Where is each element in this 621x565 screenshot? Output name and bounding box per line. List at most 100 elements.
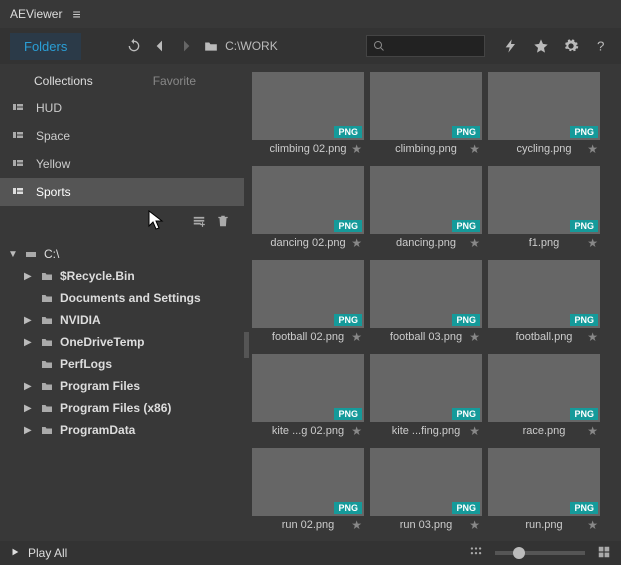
thumbnail-filename: football.png xyxy=(516,331,573,343)
favorite-star-icon[interactable]: ★ xyxy=(469,142,480,156)
thumbnail-item[interactable]: PNGrun.png★ xyxy=(488,448,600,538)
reload-icon[interactable] xyxy=(125,36,143,56)
thumbnail-item[interactable]: PNGrun 03.png★ xyxy=(370,448,482,538)
thumbnail-image: PNG xyxy=(252,354,364,422)
thumbnail-item[interactable]: PNGf1.png★ xyxy=(488,166,600,256)
thumbnail-item[interactable]: PNGfootball 02.png★ xyxy=(252,260,364,350)
tree-item[interactable]: ▶NVIDIA xyxy=(0,309,244,331)
favorite-star-icon[interactable]: ★ xyxy=(469,236,480,250)
disclosure-right-icon[interactable]: ▶ xyxy=(24,315,34,326)
thunder-icon[interactable] xyxy=(501,36,521,56)
collection-item[interactable]: Space xyxy=(0,122,244,150)
trash-icon[interactable] xyxy=(216,214,230,231)
thumbnail-item[interactable]: PNGfootball 03.png★ xyxy=(370,260,482,350)
favorite-star-icon[interactable]: ★ xyxy=(587,330,598,344)
disclosure-right-icon[interactable]: ▶ xyxy=(24,425,34,436)
disclosure-right-icon[interactable]: ▶ xyxy=(24,403,34,414)
tree-item[interactable]: ▶OneDriveTemp xyxy=(0,331,244,353)
format-badge: PNG xyxy=(570,220,598,232)
thumbnail-item[interactable]: PNGrun 02.png★ xyxy=(252,448,364,538)
collection-item[interactable]: HUD xyxy=(0,94,244,122)
format-badge: PNG xyxy=(334,408,362,420)
star-icon[interactable] xyxy=(531,36,551,56)
tree-root-label: C:\ xyxy=(44,247,59,261)
favorite-star-icon[interactable]: ★ xyxy=(351,330,362,344)
favorite-star-icon[interactable]: ★ xyxy=(469,424,480,438)
collection-item[interactable]: Yellow xyxy=(0,150,244,178)
collection-label: Sports xyxy=(36,185,71,199)
format-badge: PNG xyxy=(452,408,480,420)
collection-item[interactable]: Sports xyxy=(0,178,244,206)
favorite-star-icon[interactable]: ★ xyxy=(587,236,598,250)
collection-label: HUD xyxy=(36,101,62,115)
play-all-button[interactable]: Play All xyxy=(28,546,67,560)
thumbnail-image: PNG xyxy=(370,354,482,422)
tree-item[interactable]: ▶Program Files (x86) xyxy=(0,397,244,419)
favorite-star-icon[interactable]: ★ xyxy=(469,518,480,532)
zoom-slider[interactable] xyxy=(495,551,585,555)
disclosure-down-icon[interactable]: ▼ xyxy=(8,249,18,260)
collection-label: Space xyxy=(36,129,70,143)
tree-item[interactable]: Documents and Settings xyxy=(0,287,244,309)
zoom-slider-knob[interactable] xyxy=(513,547,525,559)
thumbnail-panel[interactable]: PNGclimbing 02.png★PNGclimbing.png★PNGcy… xyxy=(244,64,621,541)
thumbnail-image: PNG xyxy=(488,260,600,328)
folders-button[interactable]: Folders xyxy=(10,33,81,60)
disclosure-right-icon[interactable]: ▶ xyxy=(24,381,34,392)
format-badge: PNG xyxy=(334,220,362,232)
thumbnail-item[interactable]: PNGclimbing.png★ xyxy=(370,72,482,162)
favorite-star-icon[interactable]: ★ xyxy=(351,142,362,156)
favorite-star-icon[interactable]: ★ xyxy=(351,236,362,250)
disclosure-right-icon[interactable]: ▶ xyxy=(24,271,34,282)
folder-icon xyxy=(40,270,54,282)
back-icon[interactable] xyxy=(151,36,169,56)
tree-root[interactable]: ▼ C:\ xyxy=(0,243,244,265)
disclosure-right-icon[interactable]: ▶ xyxy=(24,337,34,348)
favorite-star-icon[interactable]: ★ xyxy=(587,424,598,438)
tree-item-label: $Recycle.Bin xyxy=(60,269,135,283)
app-title: AEViewer xyxy=(10,7,62,21)
thumbnail-item[interactable]: PNGdancing 02.png★ xyxy=(252,166,364,256)
thumbnail-caption: climbing 02.png ★ xyxy=(252,140,364,158)
folder-tree[interactable]: ▼ C:\ ▶ $Recycle.Bin Documents and Setting… xyxy=(0,239,244,541)
search-input[interactable] xyxy=(366,35,485,57)
thumbnail-item[interactable]: PNG kite ...fing.png★ xyxy=(370,354,482,444)
thumbnail-item[interactable]: PNGdancing.png★ xyxy=(370,166,482,256)
format-badge: PNG xyxy=(570,408,598,420)
format-badge: PNG xyxy=(570,126,598,138)
forward-icon[interactable] xyxy=(177,36,195,56)
tree-item[interactable]: PerfLogs xyxy=(0,353,244,375)
tree-item[interactable]: ▶ProgramData xyxy=(0,419,244,441)
help-icon[interactable]: ? xyxy=(591,36,611,56)
favorite-star-icon[interactable]: ★ xyxy=(587,142,598,156)
svg-text:?: ? xyxy=(597,39,604,54)
thumbnail-item[interactable]: PNGkite ...g 02.png★ xyxy=(252,354,364,444)
panel-resize-handle[interactable] xyxy=(244,64,250,541)
collection-icon xyxy=(10,101,26,116)
gear-icon[interactable] xyxy=(561,36,581,56)
thumbnail-item[interactable]: PNGcycling.png★ xyxy=(488,72,600,162)
favorite-star-icon[interactable]: ★ xyxy=(587,518,598,532)
thumbnail-image: PNG xyxy=(488,448,600,516)
favorite-star-icon[interactable]: ★ xyxy=(469,330,480,344)
collections-tab[interactable]: Collections xyxy=(34,74,93,88)
add-collection-icon[interactable] xyxy=(192,214,206,231)
thumbnail-filename: climbing 02.png xyxy=(269,143,346,155)
format-badge: PNG xyxy=(452,502,480,514)
tree-item[interactable]: ▶Program Files xyxy=(0,375,244,397)
format-badge: PNG xyxy=(334,502,362,514)
format-badge: PNG xyxy=(570,502,598,514)
thumbnail-item[interactable]: PNG football.png ★ xyxy=(488,260,600,350)
favorite-tab[interactable]: Favorite xyxy=(153,74,196,88)
view-dots-icon[interactable] xyxy=(469,545,483,562)
hamburger-icon[interactable]: ≡ xyxy=(72,6,80,22)
thumbnail-item[interactable]: PNGclimbing 02.png★ xyxy=(252,72,364,162)
play-icon[interactable] xyxy=(10,546,20,560)
thumbnail-item[interactable]: PNGrace.png★ xyxy=(488,354,600,444)
tree-item[interactable]: ▶ $Recycle.Bin xyxy=(0,265,244,287)
favorite-star-icon[interactable]: ★ xyxy=(351,424,362,438)
thumbnail-caption: kite ...fing.png★ xyxy=(370,422,482,440)
path-display[interactable]: C:\WORK xyxy=(203,39,278,53)
grid-view-icon[interactable] xyxy=(597,545,611,562)
favorite-star-icon[interactable]: ★ xyxy=(351,518,362,532)
